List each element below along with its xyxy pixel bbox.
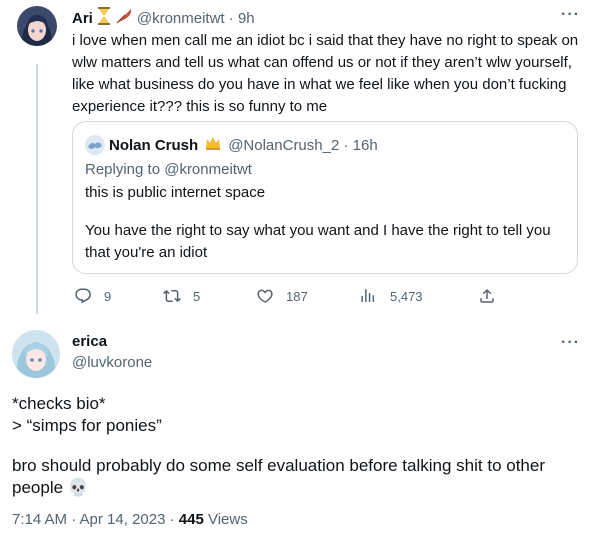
- author-handle[interactable]: @kronmeitwt: [137, 10, 225, 27]
- crown-icon: [204, 134, 222, 156]
- quote-text-line-1: this is public internet space: [85, 184, 266, 201]
- quote-time: 16h: [352, 136, 378, 154]
- like-icon: [257, 289, 273, 303]
- author-name[interactable]: Ari: [72, 10, 93, 27]
- views-icon: [361, 289, 375, 302]
- action-bar: 9 5 187 5,473: [72, 287, 584, 307]
- like-count: 187: [286, 288, 308, 304]
- avatar[interactable]: [17, 6, 57, 46]
- reply-text-line-2: > “simps for ponies”: [12, 416, 162, 435]
- hourglass-icon: [97, 7, 111, 29]
- quote-avatar: [85, 135, 105, 155]
- views-label: Views: [203, 511, 248, 528]
- tweet-header: Ari @kronmeitwt · 9h: [72, 7, 255, 29]
- thread-line: [36, 64, 38, 314]
- retweet-icon: [163, 289, 181, 303]
- reply-icon: [75, 288, 91, 304]
- retweet-button[interactable]: 5: [163, 287, 200, 305]
- quote-author-name: Nolan Crush: [109, 136, 199, 154]
- replying-to: Replying to @kronmeitwt: [85, 161, 252, 178]
- reply-text-line-3: bro should probably do some self evaluat…: [12, 456, 545, 497]
- tweet-time[interactable]: 9h: [238, 10, 255, 27]
- like-button[interactable]: 187: [256, 287, 308, 305]
- views-count: 5,473: [390, 288, 423, 304]
- quote-author-handle: @NolanCrush_2: [228, 136, 340, 154]
- separator: ·: [224, 9, 238, 27]
- reply-author-handle[interactable]: @luvkorone: [72, 354, 152, 371]
- more-icon[interactable]: ···: [561, 334, 580, 352]
- separator: ·: [339, 136, 353, 154]
- reply-button[interactable]: 9: [74, 287, 111, 305]
- reply-avatar[interactable]: [12, 330, 60, 378]
- quote-header: Nolan Crush @NolanCrush_2 · 16h: [85, 134, 378, 156]
- quote-text-line-2: You have the right to say what you want …: [85, 222, 551, 261]
- more-icon[interactable]: ···: [561, 6, 580, 24]
- tweet-meta: 7:14 AM · Apr 14, 2023 · 445 Views: [12, 511, 248, 528]
- retweet-count: 5: [193, 288, 201, 304]
- feather-icon: [115, 7, 133, 29]
- reply-timestamp[interactable]: 7:14 AM · Apr 14, 2023 ·: [12, 511, 179, 528]
- quote-tweet[interactable]: Nolan Crush @NolanCrush_2 · 16h Replying…: [72, 121, 578, 274]
- tweet-text: i love when men call me an idiot bc i sa…: [72, 32, 579, 115]
- reply-count: 9: [104, 288, 112, 304]
- reply-author-name[interactable]: erica: [72, 333, 107, 350]
- views-count-total: 445: [178, 511, 204, 528]
- reply-text-line-1: *checks bio*: [12, 394, 106, 413]
- views-button[interactable]: 5,473: [360, 287, 423, 305]
- share-icon: [480, 288, 494, 303]
- share-button[interactable]: [478, 287, 508, 305]
